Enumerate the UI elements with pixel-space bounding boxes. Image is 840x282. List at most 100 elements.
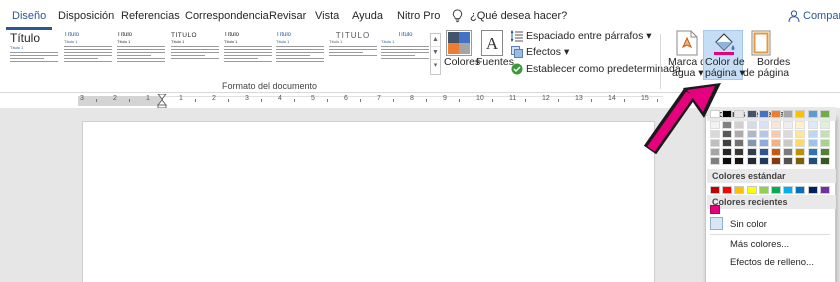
theme-shade-swatch[interactable]	[795, 130, 806, 138]
standard-color-swatch[interactable]	[771, 186, 781, 194]
standard-color-swatch[interactable]	[807, 186, 818, 194]
theme-shade-swatch[interactable]	[819, 148, 830, 156]
theme-shade-swatch[interactable]	[722, 139, 733, 147]
theme-shade-swatch[interactable]	[795, 148, 806, 156]
gallery-more-icon[interactable]: ▾	[431, 60, 440, 73]
tab-vista[interactable]: Vista	[315, 6, 339, 30]
theme-shade-swatch[interactable]	[807, 130, 818, 138]
gallery-scroll-down-icon[interactable]: ▼	[431, 47, 440, 60]
theme-shade-swatch[interactable]	[758, 157, 769, 165]
theme-color-swatch[interactable]	[783, 110, 794, 118]
style-thumb-3[interactable]: Título Título 1	[117, 32, 165, 72]
theme-shade-swatch[interactable]	[771, 130, 781, 138]
style-thumb-1[interactable]: Título Título 1	[10, 32, 58, 72]
theme-shade-swatch[interactable]	[734, 130, 745, 138]
theme-shade-swatch[interactable]	[734, 121, 745, 129]
tab-ayuda[interactable]: Ayuda	[352, 6, 383, 30]
tab-nitro-pro[interactable]: Nitro Pro	[397, 6, 440, 30]
theme-shade-swatch[interactable]	[734, 148, 745, 156]
theme-shade-swatch[interactable]	[819, 139, 830, 147]
page-borders-button-line2[interactable]: de página	[743, 67, 789, 79]
standard-color-swatch[interactable]	[722, 186, 733, 194]
paragraph-spacing-button[interactable]: Espaciado entre párrafos ▾	[511, 28, 652, 44]
tab-diseno[interactable]: Diseño	[6, 6, 53, 30]
set-default-button[interactable]: Establecer como predeterminada	[511, 61, 681, 77]
theme-shade-swatch[interactable]	[710, 148, 720, 156]
theme-shade-swatch[interactable]	[819, 157, 830, 165]
style-thumb-7[interactable]: TÍTULO Título 1	[329, 32, 377, 72]
theme-shade-swatch[interactable]	[795, 139, 806, 147]
theme-shade-swatch[interactable]	[807, 139, 818, 147]
gallery-scroll-up-icon[interactable]: ▲	[431, 34, 440, 47]
theme-color-swatch[interactable]	[819, 110, 830, 118]
recent-color-swatch-visible[interactable]	[710, 205, 720, 214]
theme-shade-swatch[interactable]	[758, 121, 769, 129]
share-button[interactable]: Comparti	[803, 6, 840, 30]
theme-shade-swatch[interactable]	[783, 130, 794, 138]
theme-shade-swatch[interactable]	[771, 121, 781, 129]
theme-shade-swatch[interactable]	[734, 157, 745, 165]
page-color-button[interactable]: Color de página ▾	[703, 30, 745, 80]
tell-me-search[interactable]: ¿Qué desea hacer?	[470, 6, 567, 30]
theme-shade-swatch[interactable]	[746, 157, 757, 165]
theme-shade-swatch[interactable]	[807, 121, 818, 129]
theme-shade-swatch[interactable]	[758, 130, 769, 138]
theme-shade-swatch[interactable]	[771, 157, 781, 165]
theme-shade-swatch[interactable]	[783, 121, 794, 129]
style-thumb-4[interactable]: TÍTULO Título 1	[171, 32, 219, 72]
theme-shade-swatch[interactable]	[783, 139, 794, 147]
watermark-button-line2[interactable]: agua ▾	[672, 67, 704, 79]
theme-shade-swatch[interactable]	[746, 130, 757, 138]
theme-shade-swatch[interactable]	[746, 121, 757, 129]
theme-shade-swatch[interactable]	[710, 121, 720, 129]
theme-shade-swatch[interactable]	[771, 148, 781, 156]
theme-shade-swatch[interactable]	[795, 157, 806, 165]
theme-shade-swatch[interactable]	[758, 148, 769, 156]
standard-color-swatch[interactable]	[746, 186, 757, 194]
standard-color-swatch[interactable]	[819, 186, 830, 194]
document-page[interactable]	[82, 121, 655, 282]
theme-shade-swatch[interactable]	[807, 148, 818, 156]
theme-shade-swatch[interactable]	[771, 139, 781, 147]
standard-color-swatch[interactable]	[795, 186, 806, 194]
style-thumb-5[interactable]: Título Título 1	[224, 32, 272, 72]
theme-shade-swatch[interactable]	[783, 157, 794, 165]
tab-correspondencia[interactable]: Correspondencia	[185, 6, 269, 30]
theme-color-swatch[interactable]	[722, 110, 733, 118]
tab-revisar[interactable]: Revisar	[269, 6, 306, 30]
theme-shade-swatch[interactable]	[819, 121, 830, 129]
indent-marker-icon[interactable]	[157, 94, 167, 108]
theme-shade-swatch[interactable]	[710, 157, 720, 165]
theme-shade-swatch[interactable]	[734, 139, 745, 147]
theme-shade-swatch[interactable]	[758, 139, 769, 147]
theme-shade-swatch[interactable]	[746, 148, 757, 156]
theme-color-swatch[interactable]	[710, 110, 720, 118]
theme-color-swatch[interactable]	[746, 110, 757, 118]
theme-shade-swatch[interactable]	[722, 157, 733, 165]
theme-color-swatch[interactable]	[734, 110, 745, 118]
standard-color-swatch[interactable]	[734, 186, 745, 194]
theme-color-swatch[interactable]	[795, 110, 806, 118]
theme-shade-swatch[interactable]	[722, 148, 733, 156]
theme-color-swatch[interactable]	[807, 110, 818, 118]
standard-color-swatch[interactable]	[758, 186, 769, 194]
theme-color-swatch[interactable]	[758, 110, 769, 118]
style-thumb-8[interactable]: Título Título 1	[381, 32, 429, 72]
theme-shade-swatch[interactable]	[710, 130, 720, 138]
fill-effects-item[interactable]: Efectos de relleno...	[730, 257, 814, 268]
theme-shade-swatch[interactable]	[710, 139, 720, 147]
theme-color-swatch[interactable]	[771, 110, 781, 118]
theme-shade-swatch[interactable]	[722, 130, 733, 138]
effects-button[interactable]: Efectos ▾	[511, 44, 569, 60]
tab-referencias[interactable]: Referencias	[121, 6, 180, 30]
fuentes-button[interactable]: Fuentes	[476, 56, 514, 68]
style-thumb-2[interactable]: Título Título 1	[64, 32, 112, 72]
more-colors-item[interactable]: Más colores...	[730, 239, 789, 250]
no-color-item[interactable]: Sin color	[730, 219, 767, 230]
tab-disposicion[interactable]: Disposición	[58, 6, 114, 30]
theme-shade-swatch[interactable]	[819, 130, 830, 138]
theme-shade-swatch[interactable]	[746, 139, 757, 147]
theme-shade-swatch[interactable]	[783, 148, 794, 156]
style-thumb-6[interactable]: Título Título 1	[276, 32, 324, 72]
standard-color-swatch[interactable]	[783, 186, 794, 194]
